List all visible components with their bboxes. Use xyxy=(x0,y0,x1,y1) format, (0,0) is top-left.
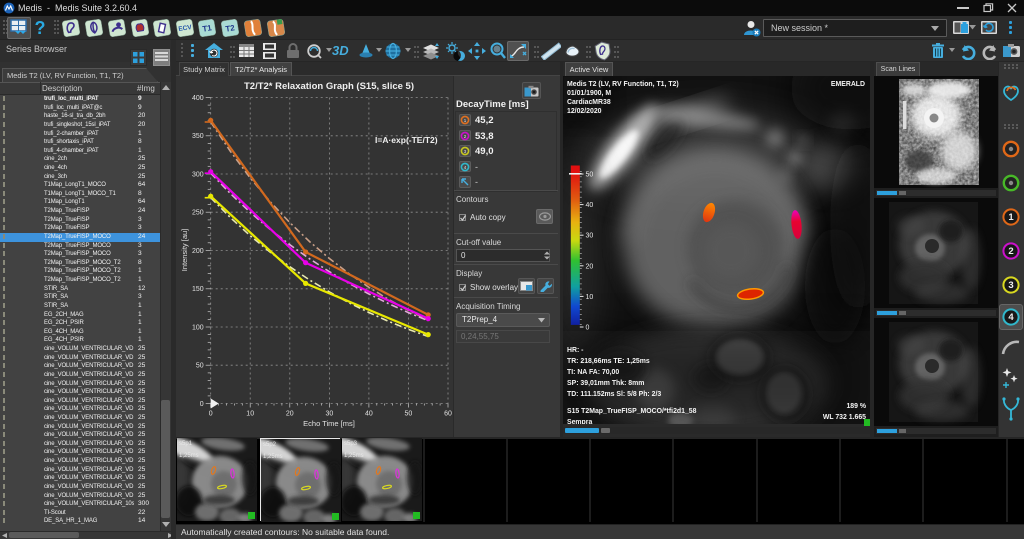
svg-text:0: 0 xyxy=(586,325,590,332)
svg-text:3: 3 xyxy=(464,149,467,154)
svg-text:3: 3 xyxy=(1008,280,1013,291)
svg-text:Sempra: Sempra xyxy=(567,419,592,424)
svg-text:100: 100 xyxy=(192,324,204,331)
svg-text:TD: 111.152ms Sl: 5/8 Ph: 2/3: TD: 111.152ms Sl: 5/8 Ph: 2/3 xyxy=(567,391,661,398)
svg-text:TI: NA FA: 70,00: TI: NA FA: 70,00 xyxy=(567,369,619,376)
svg-text:s5p1: s5p1 xyxy=(179,441,193,447)
svg-text:TR: 218,66ms TE: 1,25ms: TR: 218,66ms TE: 1,25ms xyxy=(567,358,650,365)
svg-text:150: 150 xyxy=(192,286,204,293)
svg-text:40: 40 xyxy=(365,411,373,418)
svg-text:SP: 39,01mm Thk: 8mm: SP: 39,01mm Thk: 8mm xyxy=(567,380,644,387)
svg-text:12/02/2020: 12/02/2020 xyxy=(567,108,602,115)
svg-text:Echo Time [ms]: Echo Time [ms] xyxy=(303,419,355,428)
svg-text:1,25ms: 1,25ms xyxy=(263,454,283,460)
svg-text:30: 30 xyxy=(326,411,334,418)
svg-text:10: 10 xyxy=(246,411,254,418)
svg-text:WL 732 1.665: WL 732 1.665 xyxy=(823,414,866,421)
svg-text:20: 20 xyxy=(586,263,594,270)
svg-text:60: 60 xyxy=(444,411,452,418)
svg-text:2: 2 xyxy=(464,134,467,139)
svg-text:HR: -: HR: - xyxy=(567,347,584,354)
svg-text:S15 T2Map_TrueFISP_MOCO/*tfi2d: S15 T2Map_TrueFISP_MOCO/*tfi2d1_58 xyxy=(567,408,697,415)
svg-text:EMERALD: EMERALD xyxy=(831,81,865,88)
svg-text:250: 250 xyxy=(192,210,204,217)
svg-text:0: 0 xyxy=(209,411,213,418)
svg-text:300: 300 xyxy=(192,171,204,178)
svg-text:CardiacMR38: CardiacMR38 xyxy=(567,99,611,106)
svg-text:1,25ms: 1,25ms xyxy=(179,453,199,459)
svg-text:200: 200 xyxy=(192,248,204,255)
svg-text:I=A·exp(-TE/T2): I=A·exp(-TE/T2) xyxy=(375,135,438,145)
svg-text:4: 4 xyxy=(464,165,467,170)
svg-text:40: 40 xyxy=(586,202,594,209)
svg-text:T2/T2* Relaxation Graph (S15,: T2/T2* Relaxation Graph (S15, slice 5) xyxy=(244,81,414,92)
svg-text:Intensity [au]: Intensity [au] xyxy=(180,229,189,272)
svg-text:189 %: 189 % xyxy=(846,403,866,410)
svg-text:50: 50 xyxy=(405,411,413,418)
svg-text:50: 50 xyxy=(586,172,594,179)
svg-text:Medis T2 (LV, RV Function, T1,: Medis T2 (LV, RV Function, T1, T2) xyxy=(567,81,679,88)
svg-text:1,25ms: 1,25ms xyxy=(344,453,364,459)
svg-text:10: 10 xyxy=(586,294,594,301)
svg-text:0: 0 xyxy=(200,401,204,408)
svg-text:01/01/1900, M: 01/01/1900, M xyxy=(567,90,611,97)
svg-text:50: 50 xyxy=(196,363,204,370)
svg-text:s5p2: s5p2 xyxy=(263,442,277,448)
svg-text:4: 4 xyxy=(1008,312,1014,323)
svg-text:1: 1 xyxy=(464,118,467,123)
svg-text:2: 2 xyxy=(1008,246,1013,257)
svg-text:20: 20 xyxy=(286,411,294,418)
svg-text:30: 30 xyxy=(586,233,594,240)
svg-text:400: 400 xyxy=(192,95,204,102)
svg-text:350: 350 xyxy=(192,133,204,140)
svg-text:1: 1 xyxy=(1008,212,1014,223)
svg-text:s5p3: s5p3 xyxy=(344,441,358,447)
